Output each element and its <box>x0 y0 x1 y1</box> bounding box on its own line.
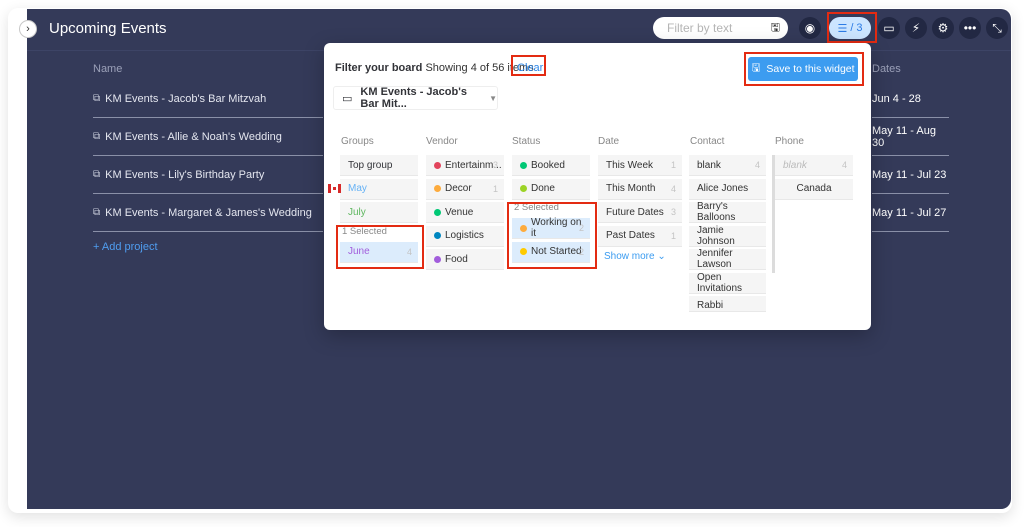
integrations-button[interactable]: ⚡ <box>905 17 927 39</box>
filter-panel: Filter your board Showing 4 of 56 items … <box>324 43 871 330</box>
contact-chip[interactable]: Jennifer Lawson <box>689 248 766 270</box>
vendor-chip[interactable]: Food <box>426 249 504 270</box>
add-project-link[interactable]: + Add project <box>93 241 158 253</box>
board-title: Upcoming Events <box>49 20 167 37</box>
board-select-value: KM Events - Jacob's Bar Mit... <box>360 86 467 110</box>
vendor-chip[interactable]: Entertainm... 3 <box>426 155 504 176</box>
board-icon: ⧉ <box>93 207 101 218</box>
person-filter-button[interactable]: ◉ <box>799 17 821 39</box>
vendor-chip[interactable]: Logistics <box>426 225 504 247</box>
more-icon: ••• <box>963 21 977 35</box>
lightning-icon: ⚡ <box>911 21 921 35</box>
highlight-save-button <box>744 52 864 86</box>
contact-chip[interactable]: Open Invitations <box>689 272 766 294</box>
status-chip[interactable]: Booked <box>512 155 590 176</box>
contact-chip[interactable]: Jamie Johnson <box>689 225 766 247</box>
date-chip[interactable]: This Week 1 <box>598 155 682 176</box>
group-chip[interactable]: July <box>340 202 418 223</box>
date-cell: May 11 - Jul 23 <box>872 156 949 194</box>
date-chip[interactable]: Future Dates 3 <box>598 202 682 223</box>
status-dot-icon <box>434 255 441 263</box>
status-header: Status <box>512 136 541 147</box>
project-row[interactable]: ⧉ KM Events - Jacob's Bar Mitzvah <box>93 80 323 118</box>
phone-header: Phone <box>775 136 804 147</box>
chevron-right-icon: › <box>26 23 30 35</box>
status-dot-icon <box>434 208 441 216</box>
more-button[interactable]: ••• <box>959 17 981 39</box>
column-header-dates: Dates <box>872 63 901 75</box>
project-row[interactable]: ⧉ KM Events - Margaret & James's Wedding <box>93 194 323 232</box>
filter-column-date: Date This Week 1 This Month 4 Future Dates… <box>598 136 682 262</box>
board-icon: ⧉ <box>93 93 101 104</box>
status-chip[interactable]: Done <box>512 178 590 200</box>
contact-chip[interactable]: Barry's Balloons <box>689 201 766 223</box>
group-chip[interactable]: Top group <box>340 155 418 176</box>
contact-header: Contact <box>690 136 725 147</box>
date-header: Date <box>598 136 620 147</box>
filter-column-contact: Contact blank 4 Alice Jones Barry's Ballo… <box>689 136 775 315</box>
status-dot-icon <box>434 232 441 239</box>
contact-chip[interactable]: Alice Jones <box>689 178 766 200</box>
status-dot-icon <box>434 161 441 169</box>
highlight-groups-selected <box>336 225 424 269</box>
highlight-filter-button <box>827 12 877 43</box>
filter-panel-title: Filter your board Showing 4 of 56 items <box>335 62 534 74</box>
board-icon: ⧉ <box>93 131 101 142</box>
filter-column-phone: Phone blank 4 Canada <box>775 136 853 202</box>
highlight-status-selected <box>507 202 597 269</box>
contact-chip[interactable]: blank 4 <box>689 155 766 176</box>
gear-icon: ⚙ <box>937 21 949 35</box>
date-chip[interactable]: Past Dates 1 <box>598 225 682 247</box>
status-dot-icon <box>434 185 441 192</box>
save-icon[interactable]: 🖫 <box>771 19 780 38</box>
vendor-chip[interactable]: Decor 1 <box>426 178 504 200</box>
status-dot-icon <box>520 185 527 192</box>
collapse-sidebar-button[interactable]: › <box>19 20 37 38</box>
person-icon: ◉ <box>804 21 816 35</box>
chevron-down-icon: ⌄ <box>657 250 666 262</box>
date-cell: May 11 - Jul 27 <box>872 194 949 232</box>
settings-button[interactable]: ⚙ <box>932 17 954 39</box>
project-row[interactable]: ⧉ KM Events - Lily's Birthday Party <box>93 156 323 194</box>
canada-flag-icon <box>328 183 341 193</box>
show-more-link[interactable]: Show more ⌄ <box>598 251 682 262</box>
filter-column-vendor: Vendor Entertainm... 3 Decor 1 Venue Logis… <box>426 136 504 273</box>
phone-chip[interactable]: Canada <box>775 178 853 200</box>
board-icon: ⧉ <box>93 169 101 180</box>
board-panel-icon: ▭ <box>342 92 353 105</box>
status-dot-icon <box>520 161 527 169</box>
project-name: KM Events - Margaret & James's Wedding <box>105 206 312 219</box>
column-header-name: Name <box>93 63 123 75</box>
highlight-clear <box>511 55 546 76</box>
date-cell: Jun 4 - 28 <box>872 80 949 118</box>
date-chip[interactable]: This Month 4 <box>598 178 682 200</box>
project-row[interactable]: ⧉ KM Events - Allie & Noah's Wedding <box>93 118 323 156</box>
collapse-button[interactable]: ⤡ <box>986 17 1008 39</box>
board-select-dropdown[interactable]: ▭ KM Events - Jacob's Bar Mit... ▼ <box>333 86 498 110</box>
group-chip[interactable]: May <box>328 178 418 200</box>
contact-chip[interactable]: Rabbi Udelman <box>689 296 766 312</box>
panel-icon: ▭ <box>883 21 895 35</box>
minimize-icon: ⤡ <box>992 20 1002 35</box>
groups-header: Groups <box>341 136 374 147</box>
date-cell: May 11 - Aug 30 <box>872 118 949 156</box>
search-input[interactable] <box>667 21 762 35</box>
vendor-chip[interactable]: Venue <box>426 202 504 223</box>
board-view-button[interactable]: ▭ <box>878 17 900 39</box>
project-name: KM Events - Lily's Birthday Party <box>105 168 265 181</box>
project-name: KM Events - Jacob's Bar Mitzvah <box>105 92 267 105</box>
phone-chip[interactable]: blank 4 <box>775 155 853 176</box>
search-box[interactable]: 🖫 <box>653 17 788 39</box>
vendor-header: Vendor <box>426 136 458 147</box>
dropdown-caret-icon: ▼ <box>489 93 497 103</box>
project-name: KM Events - Allie & Noah's Wedding <box>105 130 282 143</box>
